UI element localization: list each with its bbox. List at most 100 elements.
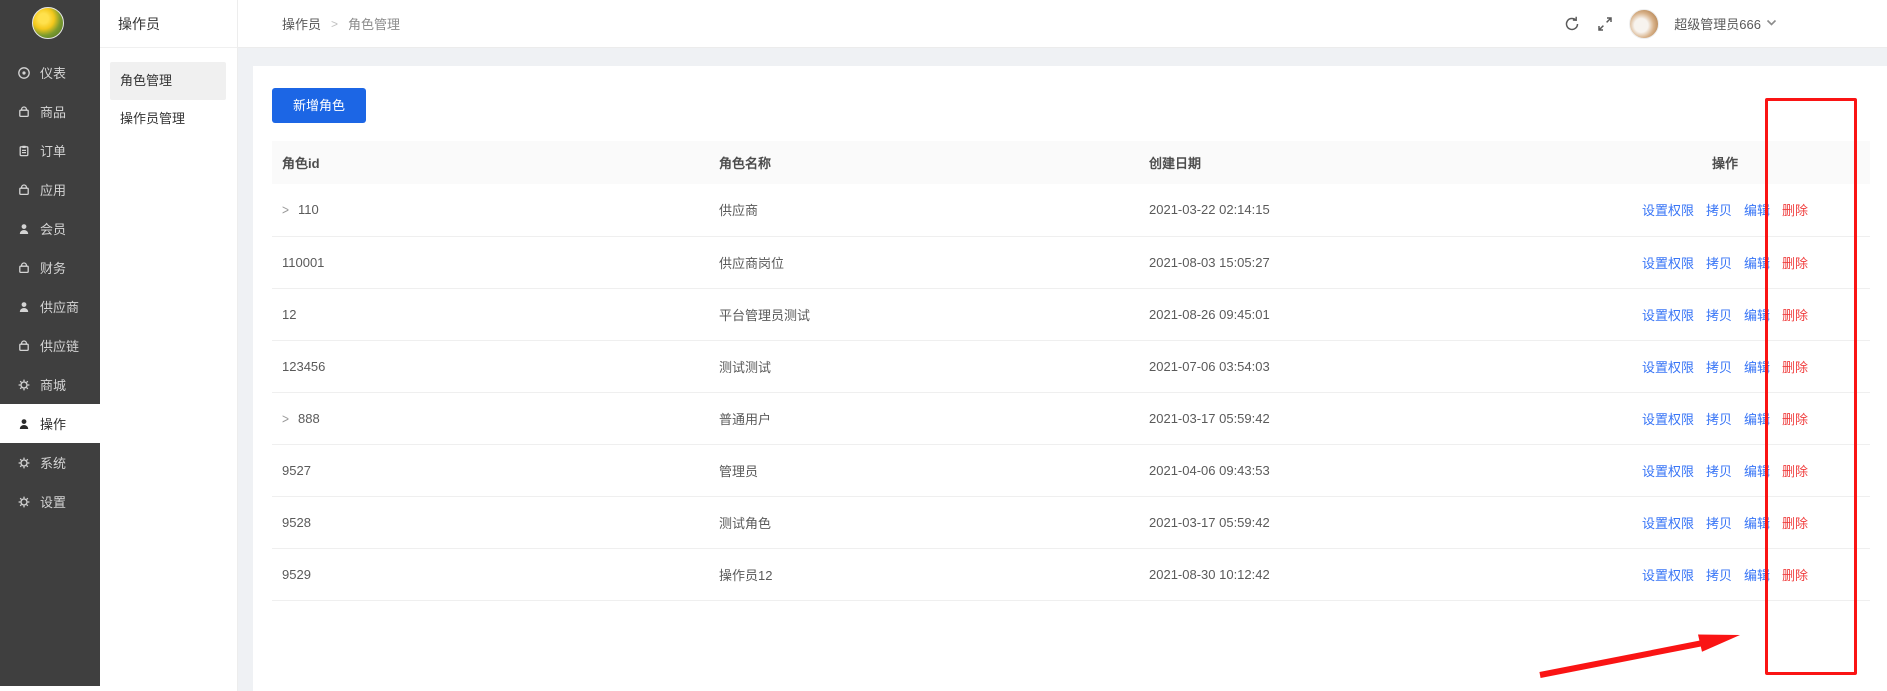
delete-link[interactable]: 删除 — [1782, 412, 1808, 427]
cell-actions: 设置权限拷贝编辑删除 — [1580, 288, 1870, 340]
set-permission-link[interactable]: 设置权限 — [1642, 203, 1694, 218]
delete-link[interactable]: 删除 — [1782, 568, 1808, 583]
delete-link[interactable]: 删除 — [1782, 256, 1808, 271]
submenu-item[interactable]: 角色管理 — [110, 62, 226, 100]
copy-link[interactable]: 拷贝 — [1706, 308, 1732, 323]
edit-link[interactable]: 编辑 — [1744, 568, 1770, 583]
app-root: 仪表 商品 — [0, 0, 1887, 691]
sidebar-item[interactable]: 订单 — [0, 131, 100, 170]
workspace-avatar[interactable] — [32, 7, 64, 39]
edit-link[interactable]: 编辑 — [1744, 516, 1770, 531]
sidebar-item[interactable]: 财务 — [0, 248, 100, 287]
cell-role-id: 9527 — [272, 444, 709, 496]
bag-icon — [17, 261, 31, 275]
sidebar-item[interactable]: 仪表 — [0, 53, 100, 92]
copy-link[interactable]: 拷贝 — [1706, 256, 1732, 271]
column-header-role-id: 角色id — [272, 141, 709, 184]
sidebar-item[interactable]: 供应商 — [0, 287, 100, 326]
created-date-value: 2021-03-22 02:14:15 — [1149, 202, 1270, 217]
copy-link[interactable]: 拷贝 — [1706, 360, 1732, 375]
copy-link[interactable]: 拷贝 — [1706, 412, 1732, 427]
cell-actions: 设置权限拷贝编辑删除 — [1580, 444, 1870, 496]
delete-link[interactable]: 删除 — [1782, 464, 1808, 479]
user-avatar[interactable] — [1629, 9, 1659, 39]
cell-created-date: 2021-08-03 15:05:27 — [1139, 236, 1580, 288]
refresh-icon[interactable] — [1563, 15, 1581, 33]
submenu-item[interactable]: 操作员管理 — [110, 100, 226, 138]
cell-role-id: 12 — [272, 288, 709, 340]
created-date-value: 2021-04-06 09:43:53 — [1149, 463, 1270, 478]
set-permission-link[interactable]: 设置权限 — [1642, 360, 1694, 375]
set-permission-link[interactable]: 设置权限 — [1642, 464, 1694, 479]
primary-sidebar: 仪表 商品 — [0, 0, 100, 686]
copy-link[interactable]: 拷贝 — [1706, 516, 1732, 531]
created-date-value: 2021-08-26 09:45:01 — [1149, 307, 1270, 322]
sidebar-item[interactable]: 商城 — [0, 365, 100, 404]
delete-link[interactable]: 删除 — [1782, 203, 1808, 218]
edit-link[interactable]: 编辑 — [1744, 360, 1770, 375]
topbar-right: 超级管理员666 — [1563, 9, 1777, 39]
copy-link[interactable]: 拷贝 — [1706, 203, 1732, 218]
breadcrumb-separator-icon: > — [331, 17, 338, 31]
cell-role-id: >110 — [272, 184, 709, 236]
delete-link[interactable]: 删除 — [1782, 308, 1808, 323]
column-header-role-name: 角色名称 — [709, 141, 1139, 184]
edit-link[interactable]: 编辑 — [1744, 203, 1770, 218]
breadcrumb-current: 角色管理 — [348, 14, 400, 33]
table-row: >110 供应商 2021-03-22 02:14:15 设置权限拷贝编辑删除 — [272, 184, 1870, 236]
breadcrumb-root[interactable]: 操作员 — [282, 14, 321, 33]
expand-chevron-icon[interactable]: > — [282, 202, 289, 218]
set-permission-link[interactable]: 设置权限 — [1642, 568, 1694, 583]
edit-link[interactable]: 编辑 — [1744, 308, 1770, 323]
cell-actions: 设置权限拷贝编辑删除 — [1580, 548, 1870, 600]
fullscreen-icon[interactable] — [1596, 15, 1614, 33]
expand-chevron-icon[interactable]: > — [282, 410, 289, 426]
sidebar-item-label: 设置 — [40, 492, 66, 511]
table-row: 9527 管理员 2021-04-06 09:43:53 设置权限拷贝编辑删除 — [272, 444, 1870, 496]
sidebar-item[interactable]: 商品 — [0, 92, 100, 131]
cell-actions: 设置权限拷贝编辑删除 — [1580, 236, 1870, 288]
sidebar-item[interactable]: 应用 — [0, 170, 100, 209]
role-name-value: 供应商岗位 — [719, 256, 784, 271]
cell-created-date: 2021-04-06 09:43:53 — [1139, 444, 1580, 496]
role-id-value: 9528 — [282, 515, 311, 530]
add-role-button[interactable]: 新增角色 — [272, 88, 366, 123]
sidebar-item[interactable]: 系统 — [0, 443, 100, 482]
copy-link[interactable]: 拷贝 — [1706, 464, 1732, 479]
role-id-value: 12 — [282, 307, 296, 322]
breadcrumb: 操作员 > 角色管理 — [282, 14, 400, 33]
created-date-value: 2021-08-30 10:12:42 — [1149, 567, 1270, 582]
topbar: 操作员 > 角色管理 超级管理员666 — [238, 0, 1887, 48]
set-permission-link[interactable]: 设置权限 — [1642, 516, 1694, 531]
sidebar-item[interactable]: 供应链 — [0, 326, 100, 365]
role-name-value: 操作员12 — [719, 568, 772, 583]
secondary-sidebar: 操作员 角色管理 操作员管理 — [100, 0, 238, 691]
edit-link[interactable]: 编辑 — [1744, 256, 1770, 271]
sidebar-item-label: 应用 — [40, 180, 66, 199]
role-id-value: 123456 — [282, 359, 325, 374]
role-id-value: 9527 — [282, 463, 311, 478]
edit-link[interactable]: 编辑 — [1744, 464, 1770, 479]
secondary-sidebar-title: 操作员 — [100, 0, 237, 48]
sidebar-item[interactable]: 设置 — [0, 482, 100, 521]
table-header-row: 角色id 角色名称 创建日期 操作 — [272, 141, 1870, 184]
sidebar-item[interactable]: 操作 — [0, 404, 100, 443]
role-name-value: 管理员 — [719, 464, 758, 479]
set-permission-link[interactable]: 设置权限 — [1642, 308, 1694, 323]
cell-role-id: 110001 — [272, 236, 709, 288]
cell-role-name: 测试测试 — [709, 340, 1139, 392]
user-menu[interactable]: 超级管理员666 — [1674, 14, 1777, 33]
delete-link[interactable]: 删除 — [1782, 360, 1808, 375]
cell-role-name: 管理员 — [709, 444, 1139, 496]
cell-created-date: 2021-03-22 02:14:15 — [1139, 184, 1580, 236]
set-permission-link[interactable]: 设置权限 — [1642, 256, 1694, 271]
sidebar-item-label: 会员 — [40, 219, 66, 238]
gear-icon — [17, 456, 31, 470]
copy-link[interactable]: 拷贝 — [1706, 568, 1732, 583]
edit-link[interactable]: 编辑 — [1744, 412, 1770, 427]
gear-icon — [17, 378, 31, 392]
sidebar-item[interactable]: 会员 — [0, 209, 100, 248]
created-date-value: 2021-03-17 05:59:42 — [1149, 515, 1270, 530]
delete-link[interactable]: 删除 — [1782, 516, 1808, 531]
set-permission-link[interactable]: 设置权限 — [1642, 412, 1694, 427]
